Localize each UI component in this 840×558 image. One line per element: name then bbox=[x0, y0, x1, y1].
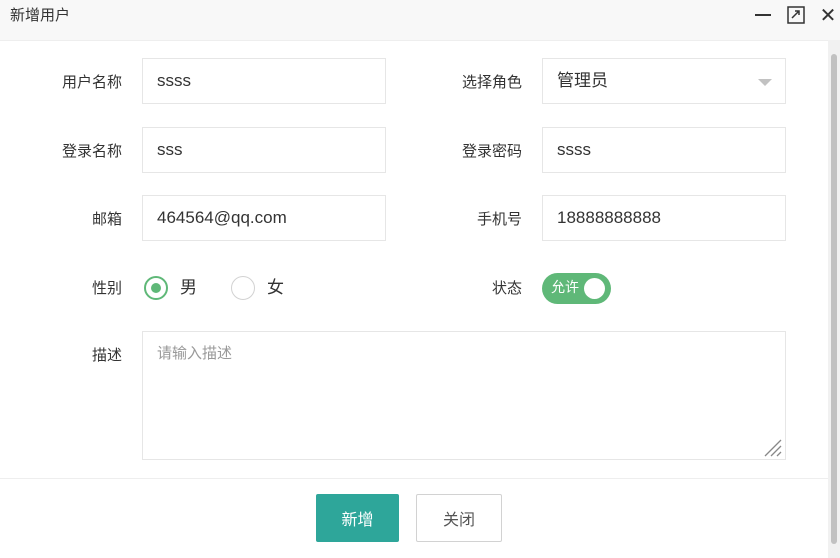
vertical-scrollbar[interactable] bbox=[828, 40, 840, 558]
description-textarea[interactable] bbox=[142, 331, 786, 460]
role-select-value: 管理员 bbox=[557, 71, 608, 90]
gender-option-female[interactable]: 女 bbox=[267, 276, 284, 300]
resize-grip-icon[interactable] bbox=[759, 434, 783, 458]
scrollbar-thumb[interactable] bbox=[831, 54, 837, 544]
phone-label: 手机号 bbox=[476, 210, 522, 228]
gender-option-male[interactable]: 男 bbox=[180, 276, 197, 300]
login-name-input[interactable] bbox=[142, 127, 386, 173]
minimize-icon[interactable] bbox=[752, 4, 774, 26]
phone-input[interactable] bbox=[542, 195, 786, 241]
role-label: 选择角色 bbox=[461, 73, 522, 91]
gender-radio-male[interactable] bbox=[144, 276, 168, 300]
dialog-title: 新增用户 bbox=[10, 6, 71, 24]
status-toggle-text: 允许 bbox=[551, 280, 579, 296]
email-input[interactable] bbox=[142, 195, 386, 241]
email-label: 邮箱 bbox=[91, 210, 122, 228]
add-user-dialog: 新增用户 ✕ 用户名称 选择角色 管理员 登录名称 登录密码 邮箱 手机号 性别… bbox=[0, 0, 840, 558]
password-label: 登录密码 bbox=[461, 142, 522, 160]
close-button[interactable]: 关闭 bbox=[416, 494, 502, 542]
username-label: 用户名称 bbox=[61, 73, 122, 91]
username-input[interactable] bbox=[142, 58, 386, 104]
gender-radio-female[interactable] bbox=[231, 276, 255, 300]
close-icon[interactable]: ✕ bbox=[817, 4, 839, 26]
login-name-label: 登录名称 bbox=[61, 142, 122, 160]
chevron-down-icon[interactable] bbox=[758, 79, 772, 86]
dialog-titlebar[interactable]: 新增用户 ✕ bbox=[0, 0, 840, 41]
maximize-icon[interactable] bbox=[785, 4, 807, 26]
gender-label: 性别 bbox=[91, 279, 122, 297]
password-input[interactable] bbox=[542, 127, 786, 173]
submit-button[interactable]: 新增 bbox=[316, 494, 399, 542]
status-toggle[interactable]: 允许 bbox=[542, 273, 611, 304]
role-select[interactable]: 管理员 bbox=[542, 58, 786, 104]
description-label: 描述 bbox=[91, 346, 122, 364]
status-label: 状态 bbox=[491, 279, 522, 297]
footer-divider bbox=[0, 478, 828, 479]
toggle-knob bbox=[584, 278, 605, 299]
